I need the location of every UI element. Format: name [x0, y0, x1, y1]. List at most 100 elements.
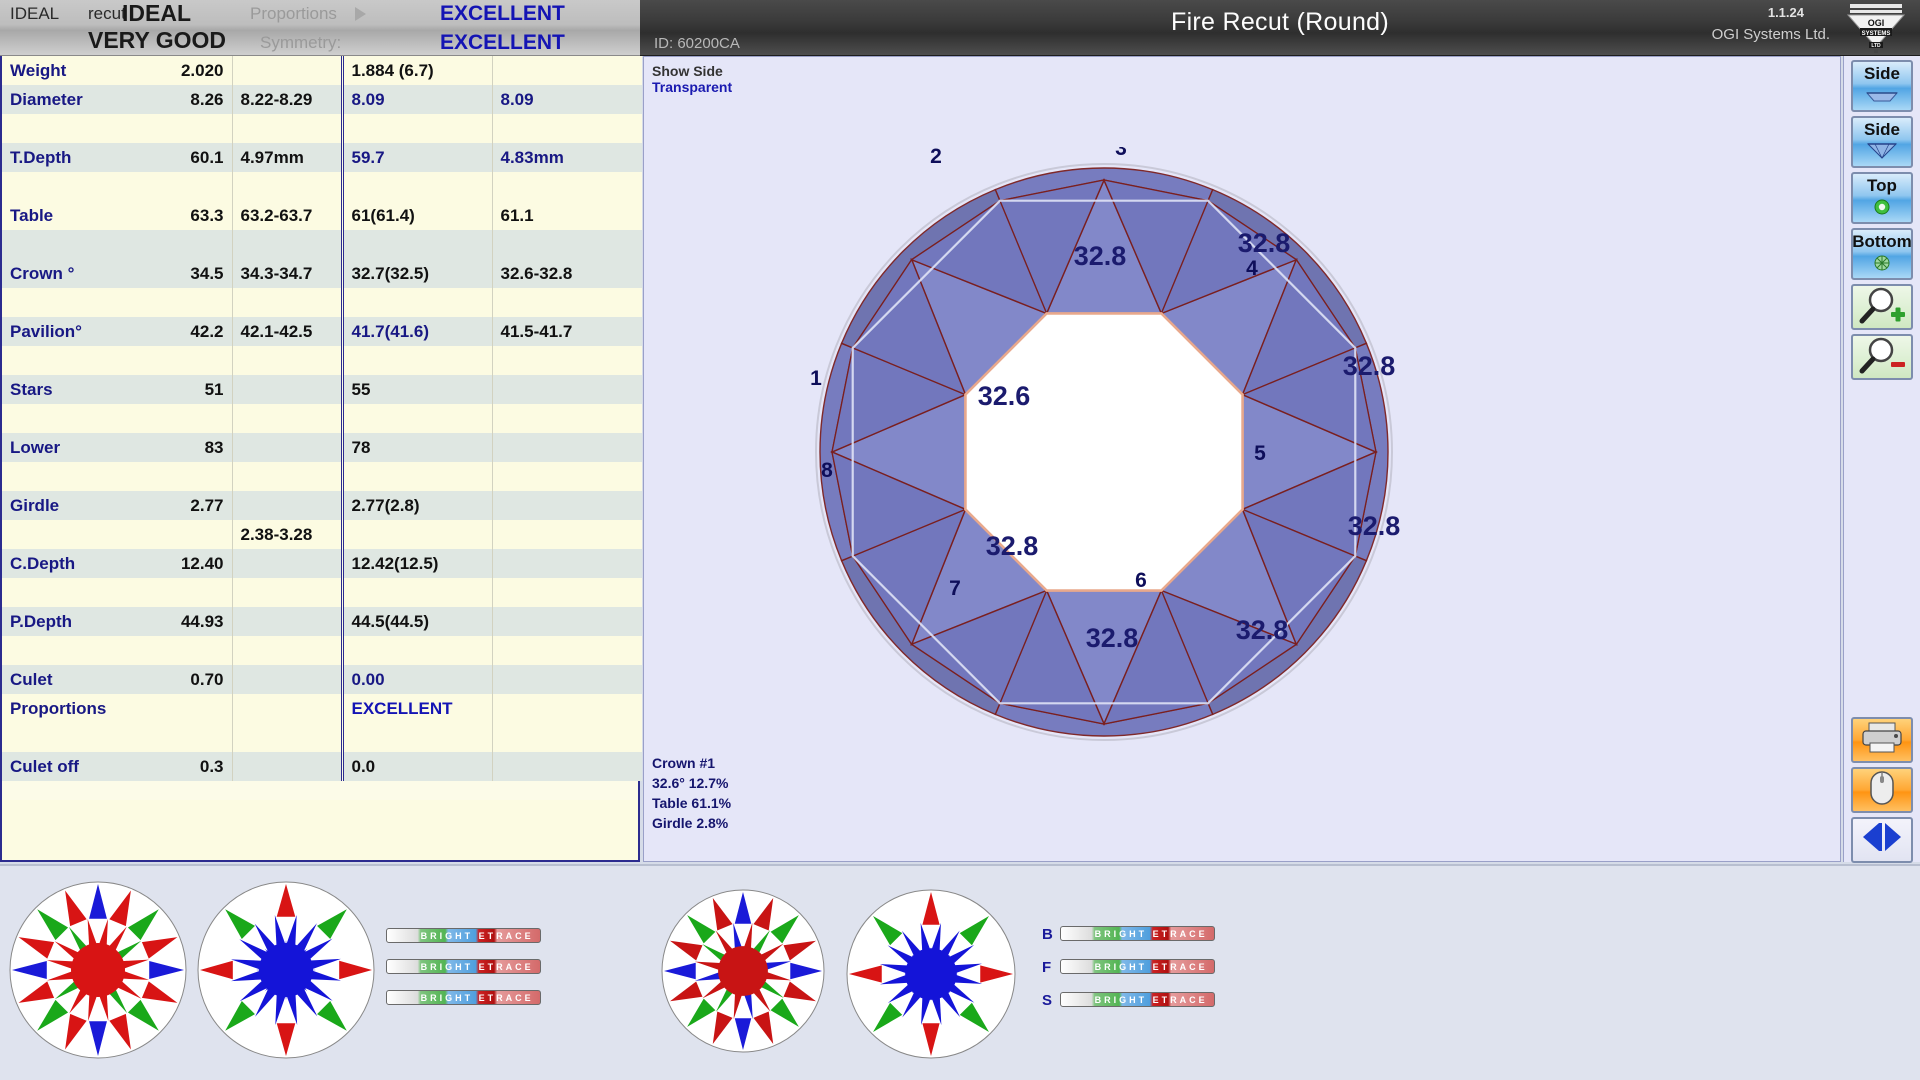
gem-render-1[interactable]	[8, 880, 188, 1060]
diamond-top-icon	[1872, 199, 1892, 220]
slider-track[interactable]: BRIGHT ETRACE	[386, 990, 541, 1005]
table-cell-v4: 61.1	[491, 201, 642, 230]
table-cell-v4	[491, 491, 642, 520]
table-cell-v4	[491, 694, 642, 723]
table-row	[2, 288, 642, 317]
zoom-out-button[interactable]	[1851, 334, 1913, 380]
table-cell-v1: 34.5	[142, 259, 232, 288]
table-cell-label	[2, 346, 142, 375]
table-cell-v4	[491, 288, 642, 317]
table-cell-v4	[491, 404, 642, 433]
crown-info-line1: Crown #1	[652, 755, 716, 771]
table-cell-v3	[340, 230, 492, 259]
table-cell-v4	[491, 520, 642, 549]
table-cell-v2	[231, 346, 342, 375]
table-row	[2, 230, 642, 259]
table-cell-v2: 63.2-63.7	[231, 201, 342, 230]
table-cell-v4	[491, 433, 642, 462]
diamond-side-flat-icon	[1865, 89, 1899, 108]
table-cell-v3	[340, 462, 492, 491]
table-cell-v3: EXCELLENT	[340, 694, 492, 723]
table-cell-v1: 83	[142, 433, 232, 462]
table-cell-label: Pavilion°	[2, 317, 142, 346]
gem-render-3[interactable]	[660, 888, 826, 1054]
slider-track[interactable]: BRIGHT ETRACE	[386, 928, 541, 943]
proportions-table: Weight 2.020 1.884 (6.7) Diameter 8.26 8.22-8…	[2, 56, 642, 781]
table-cell-v3	[340, 288, 492, 317]
table-cell-label: T.Depth	[2, 143, 142, 172]
gem-render-2[interactable]	[196, 880, 376, 1060]
table-cell-v2	[231, 636, 342, 665]
slider-f[interactable]: BRIGHT ETRACE	[1060, 959, 1215, 974]
slider-left-1[interactable]: BRIGHT ETRACE	[386, 928, 541, 943]
symmetry-label: Symmetry:	[260, 33, 342, 52]
table-cell-label	[2, 230, 142, 259]
crown-info-block: Crown #1 32.6° 12.7% Table 61.1% Girdle …	[652, 753, 731, 833]
table-cell-v1	[142, 462, 232, 491]
table-cell-v2: 34.3-34.7	[231, 259, 342, 288]
table-cell-v3: 44.5(44.5)	[340, 607, 492, 636]
diamond-bottom-icon	[1872, 255, 1892, 276]
table-cell-v4	[491, 114, 642, 143]
grade-ideal-small: IDEAL	[10, 4, 60, 23]
table-row: Table 63.3 63.2-63.7 61(61.4) 61.1	[2, 201, 642, 230]
table-row	[2, 578, 642, 607]
table-row: Lower 83 78	[2, 433, 642, 462]
slider-track[interactable]: BRIGHT ETRACE	[386, 959, 541, 974]
facet-angle-label: 32.8	[1236, 615, 1289, 645]
proportions-table-panel: Weight 2.020 1.884 (6.7) Diameter 8.26 8.22-8…	[0, 56, 642, 862]
table-cell-v1	[142, 346, 232, 375]
table-cell-v3	[340, 578, 492, 607]
zoom-in-button[interactable]	[1851, 284, 1913, 330]
ogi-logo-icon: OGI SYSTEMS LTD	[1838, 2, 1914, 54]
crown-info-line2: 32.6° 12.7%	[652, 775, 729, 791]
facet-angle-label: 32.8	[1086, 623, 1139, 653]
view-top-button[interactable]: Top	[1851, 172, 1913, 224]
table-cell-v3: 0.00	[340, 665, 492, 694]
table-cell-v1	[142, 636, 232, 665]
proportions-value: EXCELLENT	[440, 2, 565, 25]
mouse-settings-button[interactable]	[1851, 767, 1913, 813]
table-cell-v2	[231, 375, 342, 404]
table-cell-v3	[340, 172, 492, 201]
slider-left-3[interactable]: BRIGHT ETRACE	[386, 990, 541, 1005]
table-cell-v4: 8.09	[491, 85, 642, 114]
table-cell-v3: 1.884 (6.7)	[340, 56, 492, 85]
table-cell-v2	[231, 752, 342, 781]
svg-text:SYSTEMS: SYSTEMS	[1862, 31, 1891, 37]
expand-collapse-button[interactable]	[1851, 817, 1913, 863]
position-marker-label: 6	[1135, 569, 1147, 592]
view-bottom-button[interactable]: Bottom	[1851, 228, 1913, 280]
grade-summary-bar: IDEAL recut IDEAL VERY GOOD Proportions …	[0, 0, 640, 56]
show-side-label: Show Side	[652, 63, 723, 79]
slider-s[interactable]: BRIGHT ETRACE	[1060, 992, 1215, 1007]
view-side-upper-button[interactable]: Side	[1851, 60, 1913, 112]
table-cell-v1: 8.26	[142, 85, 232, 114]
diamond-viewport[interactable]: Show Side Transparent 32.8 32.8 32.6 32.8 32…	[643, 56, 1841, 862]
slider-track[interactable]: BRIGHT ETRACE	[1060, 959, 1215, 974]
table-cell-v4	[491, 636, 642, 665]
diamond-facet-diagram[interactable]: 32.8 32.8 32.6 32.8 32.8 32.8 32.8 32.8 1 2 3 4 5 6 7 8	[794, 137, 1414, 772]
view-side-lower-button[interactable]: Side	[1851, 116, 1913, 168]
table-cell-v2: 2.38-3.28	[231, 520, 342, 549]
table-cell-v1	[142, 723, 232, 752]
table-cell-v2	[231, 56, 342, 85]
view-side-upper-label: Side	[1864, 64, 1900, 83]
top-bar: IDEAL recut IDEAL VERY GOOD Proportions …	[0, 0, 1920, 56]
slider-b[interactable]: BRIGHT ETRACE	[1060, 926, 1215, 941]
table-cell-label: P.Depth	[2, 607, 142, 636]
table-cell-label	[2, 288, 142, 317]
print-button[interactable]	[1851, 717, 1913, 763]
table-cell-v3: 61(61.4)	[340, 201, 492, 230]
table-cell-v1	[142, 230, 232, 259]
slider-track[interactable]: BRIGHT ETRACE	[1060, 926, 1215, 941]
gem-render-4[interactable]	[845, 888, 1017, 1060]
table-cell-v3: 12.42(12.5)	[340, 549, 492, 578]
view-bottom-label: Bottom	[1852, 232, 1912, 251]
position-marker-label: 4	[1246, 257, 1258, 280]
table-cell-v1: 12.40	[142, 549, 232, 578]
slider-track[interactable]: BRIGHT ETRACE	[1060, 992, 1215, 1007]
table-cell-v1: 2.020	[142, 56, 232, 85]
slider-left-2[interactable]: BRIGHT ETRACE	[386, 959, 541, 974]
table-row: Culet off 0.3 0.0	[2, 752, 642, 781]
